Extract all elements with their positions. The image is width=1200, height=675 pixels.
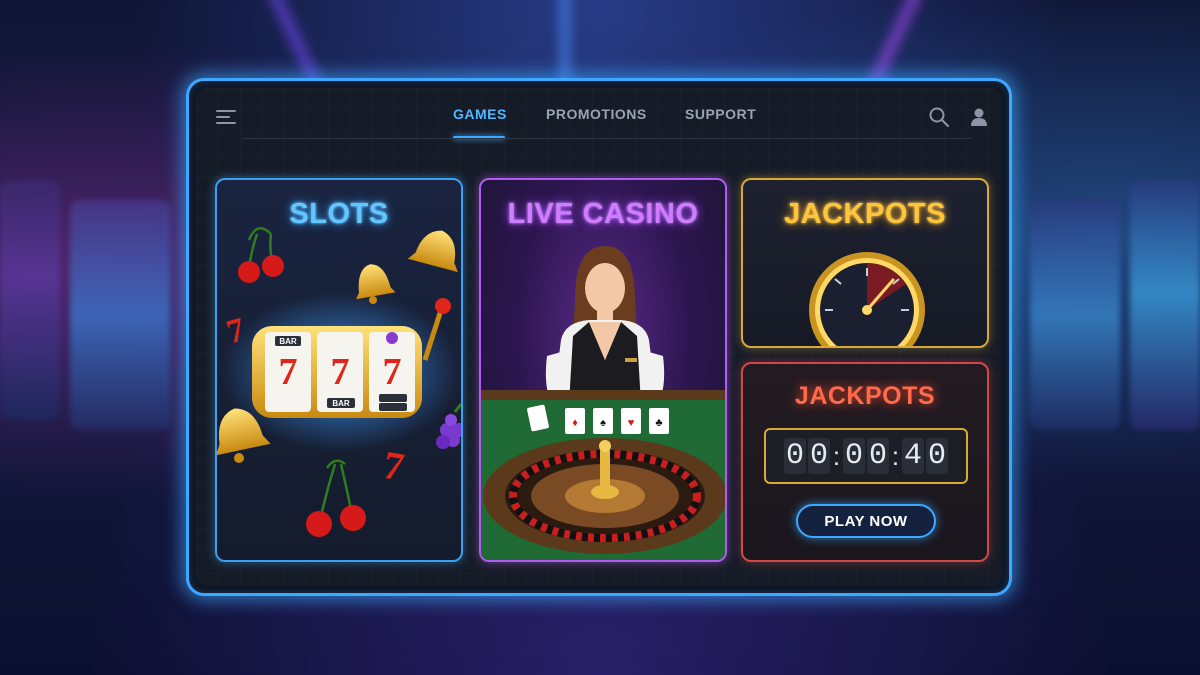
tab-games[interactable]: GAMES: [453, 106, 507, 122]
timer-digit: 0: [784, 438, 806, 474]
gauge-icon: [809, 252, 925, 346]
timer-digit: 0: [926, 438, 948, 474]
search-icon[interactable]: [928, 106, 950, 128]
top-navigation: GAMES PROMOTIONS SUPPORT: [196, 88, 1002, 146]
jackpots-timer-title: JACKPOTS: [794, 382, 936, 410]
tab-promotions[interactable]: PROMOTIONS: [546, 106, 647, 122]
play-now-button[interactable]: PLAY NOW: [796, 504, 936, 538]
svg-text:BAR: BAR: [332, 399, 350, 408]
app-content: GAMES PROMOTIONS SUPPORT SLOTS BAR 7 7 7…: [196, 88, 1002, 586]
nav-divider: [242, 138, 972, 139]
jackpots-timer-card[interactable]: JACKPOTS 0 0 : 0 0 : 4 0 PLAY NOW: [741, 362, 989, 562]
timer-digit: 0: [808, 438, 830, 474]
svg-text:♥: ♥: [628, 417, 635, 429]
svg-text:♣: ♣: [655, 417, 662, 429]
timer-digit: 0: [843, 438, 865, 474]
slot-machine-illustration: BAR 7 7 7 BAR 7 7: [217, 227, 461, 537]
app-window: GAMES PROMOTIONS SUPPORT SLOTS BAR 7 7 7…: [186, 78, 1012, 596]
timer-separator: :: [832, 441, 841, 471]
slots-card[interactable]: SLOTS BAR 7 7 7 BAR 7 7: [215, 178, 463, 562]
background-slot-machine: [70, 200, 170, 430]
svg-text:7: 7: [383, 351, 402, 393]
tab-support[interactable]: SUPPORT: [685, 106, 756, 122]
svg-text:BAR: BAR: [279, 337, 297, 346]
svg-text:♠: ♠: [600, 417, 606, 429]
menu-icon[interactable]: [216, 110, 236, 124]
svg-text:7: 7: [331, 351, 350, 393]
background-slot-machine: [1130, 180, 1200, 430]
live-casino-card[interactable]: LIVE CASINO ♦ ♠ ♥ ♣: [479, 178, 727, 562]
background-slot-machine: [1030, 200, 1120, 430]
svg-text:7: 7: [279, 351, 298, 393]
svg-text:7: 7: [380, 442, 408, 490]
timer-digit: 4: [902, 438, 924, 474]
jackpots-meter-card[interactable]: JACKPOTS: [741, 178, 989, 348]
timer-separator: :: [891, 441, 900, 471]
user-icon[interactable]: [968, 106, 990, 128]
jackpot-countdown: 0 0 : 0 0 : 4 0: [764, 428, 968, 484]
timer-digit: 0: [867, 438, 889, 474]
svg-text:♦: ♦: [572, 417, 578, 429]
background-slot-machine: [0, 180, 60, 420]
live-dealer-illustration: ♦ ♠ ♥ ♣: [481, 246, 725, 560]
